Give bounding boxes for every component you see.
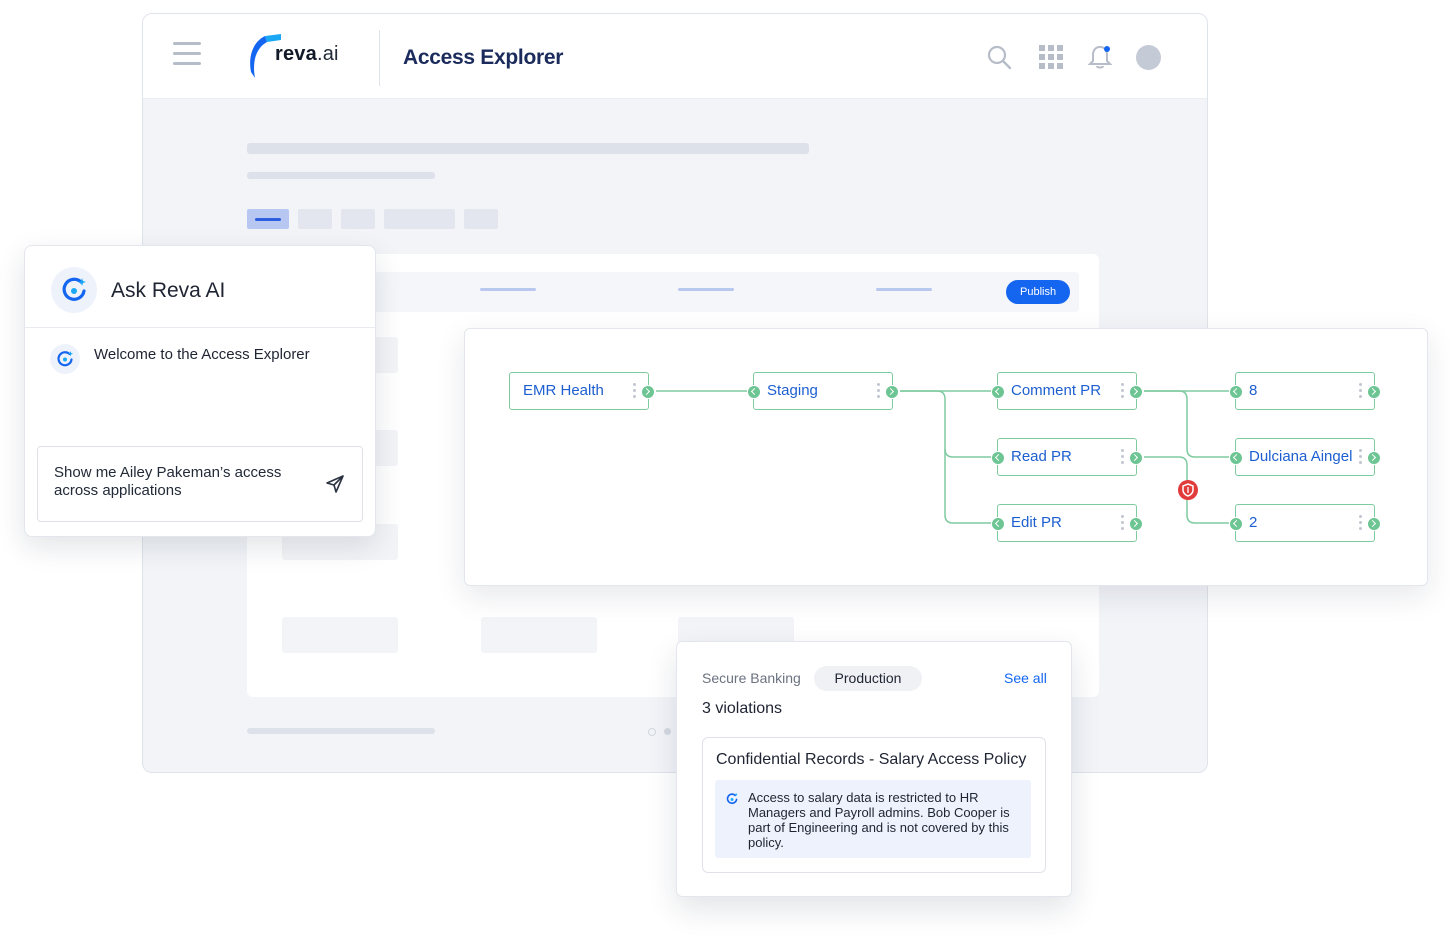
tab-3[interactable] [341, 209, 375, 229]
graph-node[interactable]: Edit PR [991, 504, 1143, 542]
send-icon[interactable] [324, 473, 346, 495]
output-port[interactable] [641, 385, 655, 399]
more-vertical-icon[interactable] [1359, 515, 1362, 531]
pagination-dot[interactable] [664, 728, 671, 735]
column-header [876, 288, 932, 291]
graph-node[interactable]: Dulciana Aingel [1229, 438, 1381, 476]
table-header [279, 272, 1079, 312]
output-port[interactable] [1129, 451, 1143, 465]
graph-node[interactable]: 2 [1229, 504, 1381, 542]
page-title: Access Explorer [403, 46, 564, 69]
prompt-text: Show me Ailey Pakeman’s access across ap… [54, 464, 282, 499]
input-port[interactable] [747, 385, 761, 399]
edge [944, 449, 991, 524]
tab-2[interactable] [298, 209, 332, 229]
avatar[interactable] [1136, 45, 1161, 70]
violations-panel: Secure Banking Production See all 3 viol… [676, 641, 1072, 897]
ask-panel-title: Ask Reva AI [111, 279, 226, 302]
search-icon[interactable] [986, 44, 1012, 70]
header-divider [379, 30, 380, 86]
access-graph: EMR Health Staging Comment PR Read PR Ed… [464, 328, 1428, 586]
logo[interactable]: reva.ai [247, 32, 357, 82]
graph-node[interactable]: Staging [747, 372, 899, 410]
ask-reva-panel: Ask Reva AI Welcome to the Access Explor… [24, 245, 376, 537]
skeleton-subtitle [247, 172, 435, 179]
input-port[interactable] [991, 517, 1005, 531]
input-port[interactable] [991, 451, 1005, 465]
more-vertical-icon[interactable] [1359, 383, 1362, 399]
app-header: reva.ai Access Explorer [143, 14, 1207, 99]
reva-ai-icon [51, 267, 97, 313]
shield-icon [1182, 483, 1194, 497]
node-label: 8 [1249, 382, 1258, 399]
output-port[interactable] [1367, 451, 1381, 465]
graph-node[interactable]: 8 [1229, 372, 1381, 410]
more-vertical-icon[interactable] [633, 383, 636, 399]
reva-ai-icon [726, 792, 738, 805]
tab-4[interactable] [384, 209, 455, 229]
welcome-message: Welcome to the Access Explorer [94, 346, 310, 363]
reva-ai-icon [50, 344, 80, 374]
column-header [678, 288, 734, 291]
more-vertical-icon[interactable] [877, 383, 880, 399]
see-all-link[interactable]: See all [1004, 670, 1047, 686]
graph-node[interactable]: Comment PR [991, 372, 1143, 410]
prompt-input[interactable]: Show me Ailey Pakeman’s access across ap… [37, 446, 363, 522]
node-label: Edit PR [1011, 514, 1062, 531]
publish-button[interactable]: Publish [1006, 280, 1071, 304]
pagination-dot[interactable] [648, 728, 656, 736]
violation-marker[interactable] [1178, 480, 1198, 500]
bell-icon[interactable] [1087, 44, 1113, 70]
output-port[interactable] [1367, 517, 1381, 531]
graph-node[interactable]: EMR Health [509, 372, 655, 410]
skeleton-title [247, 143, 809, 154]
policy-card[interactable]: Confidential Records - Salary Access Pol… [702, 737, 1046, 873]
more-vertical-icon[interactable] [1121, 383, 1124, 399]
output-port[interactable] [1129, 517, 1143, 531]
skeleton-footer [247, 728, 435, 734]
node-label: 2 [1249, 514, 1258, 531]
input-port[interactable] [991, 385, 1005, 399]
graph-node[interactable]: Read PR [991, 438, 1143, 476]
output-port[interactable] [1367, 385, 1381, 399]
logo-text: reva.ai [275, 43, 339, 65]
table-cell [282, 617, 398, 653]
tab-5[interactable] [464, 209, 498, 229]
output-port[interactable] [885, 385, 899, 399]
environment-chip[interactable]: Production [814, 666, 922, 691]
menu-icon[interactable] [173, 42, 201, 66]
node-label: Dulciana Aingel [1249, 448, 1353, 465]
node-label: Comment PR [1011, 382, 1102, 399]
input-port[interactable] [1229, 451, 1243, 465]
node-label: EMR Health [523, 382, 604, 399]
more-vertical-icon[interactable] [1359, 449, 1362, 465]
violation-count: 3 violations [702, 700, 783, 717]
node-label: Staging [767, 382, 818, 399]
input-port[interactable] [1229, 517, 1243, 531]
apps-grid-icon[interactable] [1038, 44, 1064, 70]
edge [900, 390, 991, 458]
input-port[interactable] [1229, 385, 1243, 399]
tab-1[interactable] [247, 209, 289, 229]
more-vertical-icon[interactable] [1121, 515, 1124, 531]
more-vertical-icon[interactable] [1121, 449, 1124, 465]
table-cell [481, 617, 597, 653]
ai-explanation: Access to salary data is restricted to H… [715, 780, 1031, 858]
node-label: Read PR [1011, 448, 1072, 465]
column-header [480, 288, 536, 291]
ask-panel-header: Ask Reva AI [25, 246, 375, 328]
output-port[interactable] [1129, 385, 1143, 399]
edge [1144, 390, 1229, 458]
ai-explanation-text: Access to salary data is restricted to H… [748, 790, 1010, 850]
application-name: Secure Banking [702, 670, 801, 686]
policy-title: Confidential Records - Salary Access Pol… [716, 751, 1027, 768]
